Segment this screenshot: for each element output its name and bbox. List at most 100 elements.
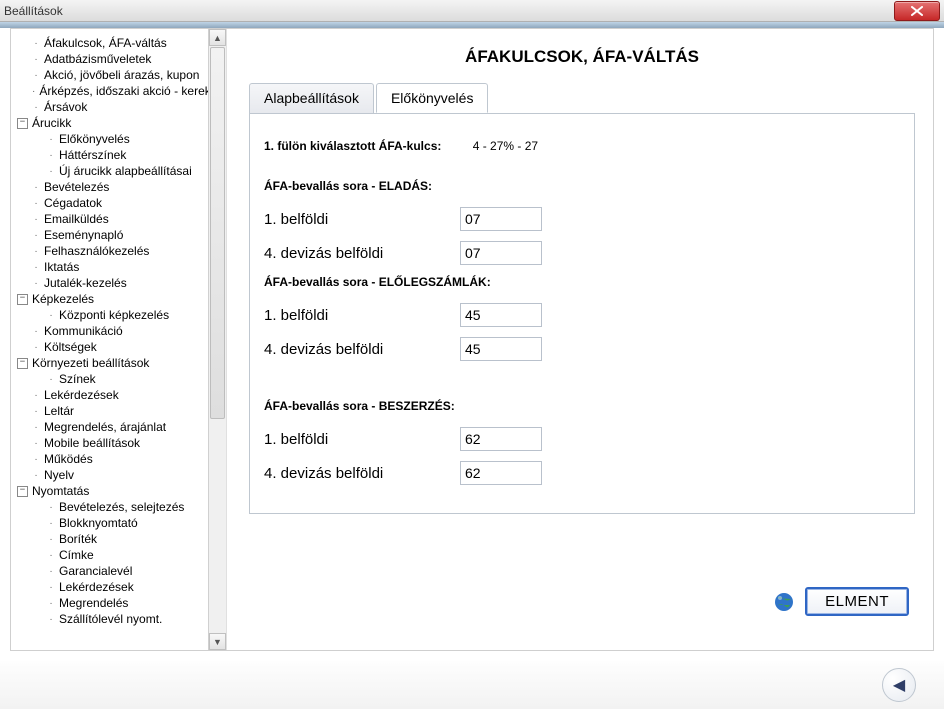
scroll-up-button[interactable]: ▲ — [209, 29, 226, 46]
tree-bullet-icon: · — [32, 278, 40, 289]
tree-bullet-icon: · — [47, 134, 55, 145]
eloleg-devizas-input[interactable] — [460, 337, 542, 361]
tree-item[interactable]: ·Lekérdezések — [17, 387, 208, 403]
tree-item-label: Nyelv — [44, 468, 74, 482]
tree-item[interactable]: ·Háttérszínek — [17, 147, 208, 163]
tree-item[interactable]: ·Árképzés, időszaki akció - kerekítés — [17, 83, 208, 99]
tree-bullet-icon: · — [32, 390, 40, 401]
tree-bullet-icon: · — [47, 310, 55, 321]
selected-vat-key-line: 1. fülön kiválasztott ÁFA-kulcs: 4 - 27%… — [264, 139, 892, 153]
nav-back-button[interactable]: ◀ — [882, 668, 916, 702]
tree-item[interactable]: −Képkezelés — [17, 291, 208, 307]
tree-item[interactable]: ·Kommunikáció — [17, 323, 208, 339]
tree-item[interactable]: ·Lekérdezések — [17, 579, 208, 595]
tree-item[interactable]: −Árucikk — [17, 115, 208, 131]
settings-window: Beállítások ·Áfakulcsok, ÁFA-váltás·Adat… — [0, 0, 944, 709]
tree-item[interactable]: ·Leltár — [17, 403, 208, 419]
eloleg-row-devizas: 4. devizás belföldi — [264, 337, 892, 361]
tree-item[interactable]: ·Boríték — [17, 531, 208, 547]
tree-item-label: Ársávok — [44, 100, 87, 114]
tree-item[interactable]: ·Akció, jövőbeli árazás, kupon — [17, 67, 208, 83]
scroll-thumb[interactable] — [210, 47, 225, 419]
tree-item-label: Boríték — [59, 532, 97, 546]
tree-item-label: Környezeti beállítások — [32, 356, 149, 370]
section-beszerzes-title: ÁFA-bevallás sora - BESZERZÉS: — [264, 399, 892, 413]
tree-item[interactable]: −Környezeti beállítások — [17, 355, 208, 371]
tree-bullet-icon: · — [32, 230, 40, 241]
tree-item[interactable]: ·Szállítólevél nyomt. — [17, 611, 208, 627]
tree-item[interactable]: ·Iktatás — [17, 259, 208, 275]
tree-item-label: Blokknyomtató — [59, 516, 138, 530]
tree-item[interactable]: ·Címke — [17, 547, 208, 563]
tree-item-label: Címke — [59, 548, 94, 562]
eladas-row-devizas: 4. devizás belföldi — [264, 241, 892, 265]
tree-item[interactable]: ·Ársávok — [17, 99, 208, 115]
tree-item[interactable]: ·Felhasználókezelés — [17, 243, 208, 259]
tree-scrollbar[interactable]: ▲ ▼ — [208, 29, 226, 650]
tree-item-label: Iktatás — [44, 260, 79, 274]
tab-strip: Alapbeállítások Előkönyvelés — [249, 83, 915, 114]
tree-item-label: Bevételezés, selejtezés — [59, 500, 184, 514]
collapse-icon[interactable]: − — [17, 118, 28, 129]
tree-item[interactable]: ·Bevételezés, selejtezés — [17, 499, 208, 515]
collapse-icon[interactable]: − — [17, 358, 28, 369]
tree-item[interactable]: ·Költségek — [17, 339, 208, 355]
tree-bullet-icon: · — [47, 582, 55, 593]
tree-item[interactable]: ·Eseménynapló — [17, 227, 208, 243]
tree-item[interactable]: ·Adatbázisműveletek — [17, 51, 208, 67]
eloleg-belfoldi-input[interactable] — [460, 303, 542, 327]
tree-item-label: Színek — [59, 372, 96, 386]
tree-bullet-icon: · — [32, 422, 40, 433]
beszerzes-devizas-label: 4. devizás belföldi — [264, 465, 460, 482]
collapse-icon[interactable]: − — [17, 486, 28, 497]
tree-bullet-icon: · — [32, 38, 40, 49]
tree-item[interactable]: · Színek — [17, 371, 208, 387]
tree-bullet-icon: · — [47, 598, 55, 609]
beszerzes-devizas-input[interactable] — [460, 461, 542, 485]
tree-item-label: Jutalék-kezelés — [44, 276, 127, 290]
tree-item-label: Képkezelés — [32, 292, 94, 306]
tree-item[interactable]: ·Új árucikk alapbeállításai — [17, 163, 208, 179]
tree-item-label: Áfakulcsok, ÁFA-váltás — [44, 36, 167, 50]
tree-item[interactable]: ·Cégadatok — [17, 195, 208, 211]
tab-basic[interactable]: Alapbeállítások — [249, 83, 374, 113]
tree-item-label: Központi képkezelés — [59, 308, 169, 322]
tree-item-label: Nyomtatás — [32, 484, 89, 498]
save-button[interactable]: ELMENT — [805, 587, 909, 616]
collapse-icon[interactable]: − — [17, 294, 28, 305]
tree-item[interactable]: · Jutalék-kezelés — [17, 275, 208, 291]
tree-item-label: Költségek — [44, 340, 97, 354]
tree-item-label: Új árucikk alapbeállításai — [59, 164, 192, 178]
tree-item[interactable]: ·Mobile beállítások — [17, 435, 208, 451]
tree-item[interactable]: · Központi képkezelés — [17, 307, 208, 323]
tree-item[interactable]: ·Bevételezés — [17, 179, 208, 195]
tree-item[interactable]: · Garancialevél — [17, 563, 208, 579]
tree-item-label: Garancialevél — [59, 564, 132, 578]
tree-item-label: Kommunikáció — [44, 324, 123, 338]
eladas-devizas-input[interactable] — [460, 241, 542, 265]
tree-item[interactable]: · Előkönyvelés — [17, 131, 208, 147]
tree-bullet-icon: · — [32, 54, 40, 65]
beszerzes-row-devizas: 4. devizás belföldi — [264, 461, 892, 485]
tree-item[interactable]: ·Nyelv — [17, 467, 208, 483]
tree-item-label: Akció, jövőbeli árazás, kupon — [44, 68, 199, 82]
tree-item[interactable]: ·Megrendelés — [17, 595, 208, 611]
tree-item[interactable]: ·Megrendelés, árajánlat — [17, 419, 208, 435]
settings-tree[interactable]: · Áfakulcsok, ÁFA-váltás·Adatbázisművelet… — [17, 35, 208, 644]
tree-item[interactable]: −Nyomtatás — [17, 483, 208, 499]
tab-preaccounting[interactable]: Előkönyvelés — [376, 83, 489, 113]
close-button[interactable] — [894, 1, 940, 21]
scroll-down-button[interactable]: ▼ — [209, 633, 226, 650]
tree-bullet-icon: · — [47, 566, 55, 577]
tree-item[interactable]: ·Emailküldés — [17, 211, 208, 227]
beszerzes-belfoldi-input[interactable] — [460, 427, 542, 451]
tree-bullet-icon: · — [32, 86, 35, 97]
eladas-belfoldi-input[interactable] — [460, 207, 542, 231]
tree-item[interactable]: · Áfakulcsok, ÁFA-váltás — [17, 35, 208, 51]
tree-bullet-icon: · — [47, 374, 55, 385]
tree-item[interactable]: ·Működés — [17, 451, 208, 467]
tree-bullet-icon: · — [32, 454, 40, 465]
tree-item[interactable]: ·Blokknyomtató — [17, 515, 208, 531]
main-panel: ÁFAKULCSOK, ÁFA-VÁLTÁS Alapbeállítások E… — [227, 29, 933, 650]
tree-item-label: Előkönyvelés — [59, 132, 130, 146]
